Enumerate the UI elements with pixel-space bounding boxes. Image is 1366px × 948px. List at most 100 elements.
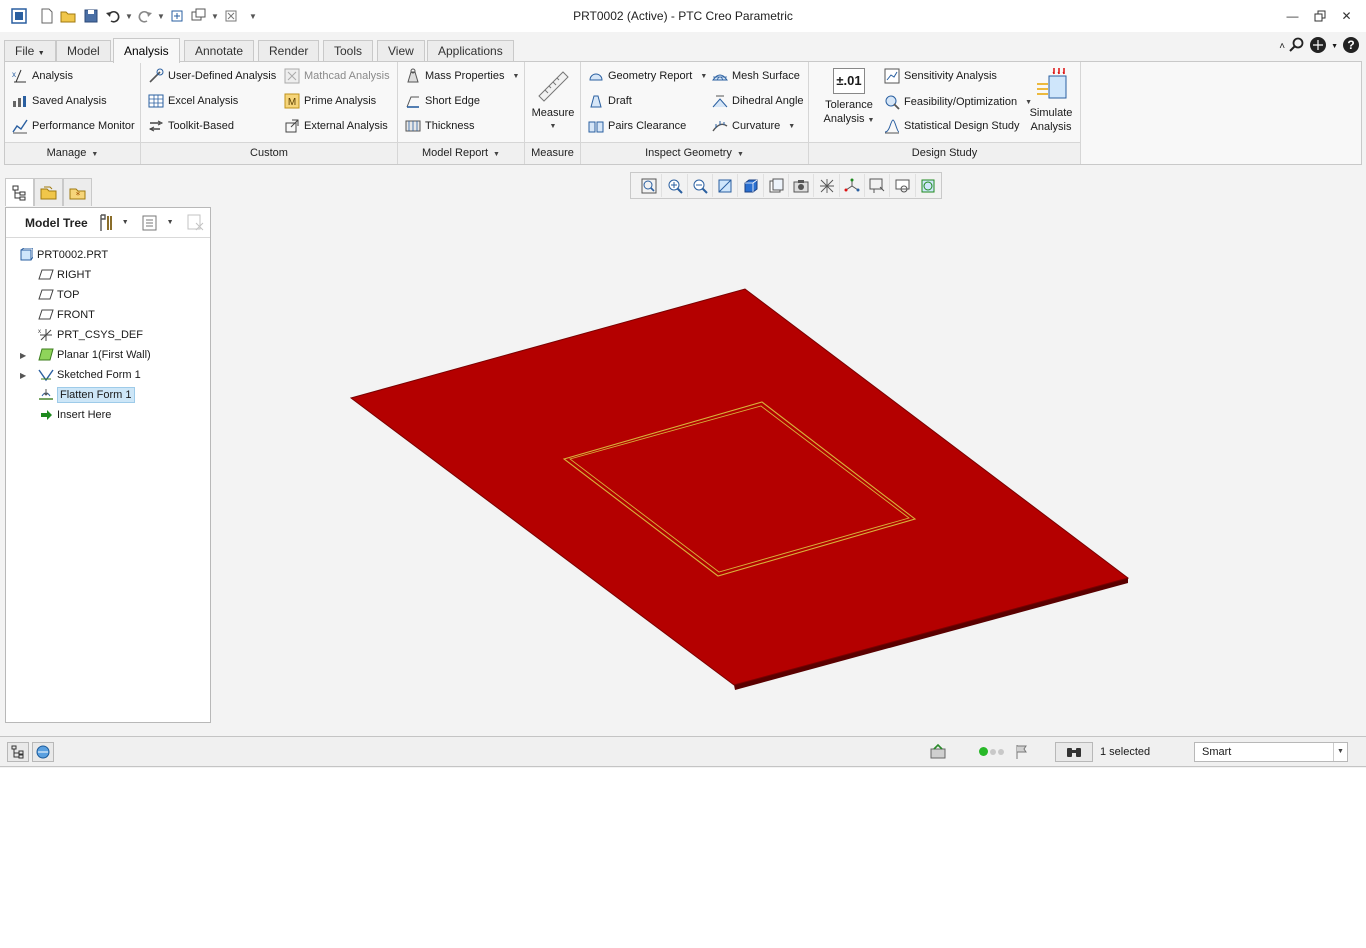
tree-node-right[interactable]: RIGHT	[37, 266, 91, 284]
zoom-in-icon[interactable]	[662, 174, 688, 197]
settings-icon[interactable]	[97, 213, 117, 233]
tab-render[interactable]: Render	[258, 40, 320, 62]
datum-display-icon[interactable]	[814, 174, 840, 197]
tree-node-flatten-form[interactable]: Flatten Form 1	[37, 386, 135, 404]
measure-button[interactable]: Measure ▼	[528, 66, 578, 134]
tab-annotate[interactable]: Annotate	[184, 40, 255, 62]
sensitivity-analysis-button[interactable]: Sensitivity Analysis	[883, 66, 997, 86]
excel-analysis-button[interactable]: Excel Analysis	[147, 91, 238, 111]
saved-analysis-icon	[11, 93, 29, 109]
search-icon[interactable]	[1289, 37, 1305, 56]
group-inspect-geometry-label[interactable]: Inspect Geometry ▼	[581, 142, 808, 164]
folder-browser-tab-icon[interactable]	[34, 178, 63, 206]
find-icon[interactable]	[1055, 742, 1093, 762]
group-design-study: ±.01 Tolerance Analysis ▼ Sensitivity Ana…	[809, 62, 1081, 164]
svg-text:x: x	[12, 70, 16, 79]
creo-window: ▼ ▼ ▼ ▼ PRT0002 (Active) - PTC Creo Para…	[0, 0, 1366, 768]
csys-display-icon[interactable]	[840, 174, 866, 197]
performance-monitor-icon	[11, 118, 29, 134]
window-controls: — ✕	[1279, 6, 1360, 26]
analysis-button[interactable]: x Analysis	[11, 66, 73, 86]
analysis-icon: x	[11, 68, 29, 84]
group-model-report: Mass Properties ▼ Short Edge Thickness Mo…	[398, 62, 525, 164]
refit-icon[interactable]	[637, 174, 663, 197]
dihedral-angle-button[interactable]: Dihedral Angle	[711, 91, 804, 111]
tab-model[interactable]: Model	[56, 40, 111, 62]
curvature-button[interactable]: Curvature ▼	[711, 116, 795, 136]
tab-applications[interactable]: Applications	[427, 40, 514, 62]
tab-view[interactable]: View	[377, 40, 425, 62]
restore-icon[interactable]	[1306, 6, 1333, 26]
window-title: PRT0002 (Active) - PTC Creo Parametric	[573, 9, 793, 23]
simulate-analysis-button[interactable]: Simulate Analysis	[1023, 66, 1079, 134]
graphics-toolbar	[630, 172, 942, 199]
view-manager-icon[interactable]	[789, 174, 815, 197]
tree-node-front[interactable]: FRONT	[37, 306, 95, 324]
excel-analysis-icon	[147, 93, 165, 109]
navigator-toggle-icon[interactable]	[7, 742, 29, 762]
appearance-icon[interactable]	[916, 174, 941, 197]
geometry-report-button[interactable]: Geometry Report ▼	[587, 66, 707, 86]
show-icon[interactable]	[141, 214, 159, 232]
settings-dropdown-icon[interactable]: ▼	[122, 219, 129, 226]
tab-analysis[interactable]: Analysis	[113, 38, 180, 63]
feasibility-optimization-button[interactable]: Feasibility/Optimization ▼	[883, 92, 1032, 112]
saved-orientations-icon[interactable]	[764, 174, 790, 197]
selection-filter[interactable]: Smart ▼	[1194, 742, 1348, 762]
mass-properties-button[interactable]: Mass Properties ▼	[404, 66, 519, 86]
tree-node-insert-here[interactable]: Insert Here	[37, 406, 111, 424]
performance-monitor-button[interactable]: Performance Monitor	[11, 116, 135, 136]
tab-tools[interactable]: Tools	[323, 40, 374, 62]
datum-plane-icon	[37, 267, 54, 283]
saved-analysis-button[interactable]: Saved Analysis	[11, 91, 107, 111]
group-measure-label: Measure	[525, 142, 580, 164]
minimize-icon[interactable]: —	[1279, 6, 1306, 26]
tree-node-top[interactable]: TOP	[37, 286, 79, 304]
group-model-report-label[interactable]: Model Report ▼	[398, 142, 524, 164]
statistical-design-study-button[interactable]: Statistical Design Study	[883, 116, 1020, 136]
show-dropdown-icon[interactable]: ▼	[167, 219, 174, 226]
external-analysis-button[interactable]: External Analysis	[283, 116, 388, 136]
annotation-display-icon[interactable]	[890, 174, 916, 197]
regen-status-icon[interactable]	[928, 743, 948, 764]
tolerance-analysis-button[interactable]: ±.01 Tolerance Analysis ▼	[815, 68, 883, 128]
curvature-icon	[711, 118, 729, 134]
expand-icon[interactable]: ▶	[20, 371, 26, 380]
user-defined-analysis-button[interactable]: User-Defined Analysis	[147, 66, 276, 86]
shading-icon[interactable]	[738, 174, 764, 197]
spin-center-icon[interactable]	[865, 174, 891, 197]
short-edge-button[interactable]: Short Edge	[404, 91, 480, 111]
mesh-surface-icon	[711, 68, 729, 84]
external-analysis-icon	[283, 118, 301, 134]
favorites-tab-icon[interactable]: *	[63, 178, 92, 206]
mathcad-analysis-button[interactable]: Mathcad Analysis	[283, 66, 390, 86]
toolkit-based-button[interactable]: Toolkit-Based	[147, 116, 234, 136]
tree-node-sketched-form[interactable]: ▶ Sketched Form 1	[20, 366, 141, 384]
tree-node-planar[interactable]: ▶ Planar 1(First Wall)	[20, 346, 151, 364]
expand-icon[interactable]: ▶	[20, 351, 26, 360]
group-manage-label[interactable]: Manage ▼	[5, 142, 140, 164]
tree-node-csys[interactable]: x PRT_CSYS_DEF	[37, 326, 143, 344]
mesh-surface-button[interactable]: Mesh Surface	[711, 66, 800, 86]
graphics-window[interactable]	[212, 166, 1366, 734]
regen-light-icon	[979, 747, 1004, 756]
flag-icon[interactable]	[1014, 744, 1030, 763]
model-viewport[interactable]	[212, 166, 1366, 734]
prime-analysis-button[interactable]: M Prime Analysis	[283, 91, 376, 111]
draft-button[interactable]: Draft	[587, 91, 632, 111]
thickness-button[interactable]: Thickness	[404, 116, 475, 136]
collapse-ribbon-icon[interactable]: ˄	[1279, 41, 1285, 52]
model-tree-tab-icon[interactable]	[5, 178, 34, 206]
community-icon[interactable]	[1309, 36, 1327, 57]
help-icon[interactable]: ?	[1342, 36, 1360, 57]
tree-node-part[interactable]: PRT0002.PRT	[17, 246, 108, 264]
close-icon[interactable]: ✕	[1333, 6, 1360, 26]
repaint-icon[interactable]	[713, 174, 739, 197]
browser-toggle-icon[interactable]	[32, 742, 54, 762]
pairs-clearance-button[interactable]: Pairs Clearance	[587, 116, 686, 136]
chevron-down-icon[interactable]: ▼	[1333, 743, 1347, 761]
tab-file[interactable]: File ▼	[4, 40, 56, 62]
zoom-out-icon[interactable]	[688, 174, 714, 197]
community-dropdown-icon[interactable]: ▼	[1331, 43, 1338, 50]
insert-arrow-icon	[37, 407, 54, 423]
